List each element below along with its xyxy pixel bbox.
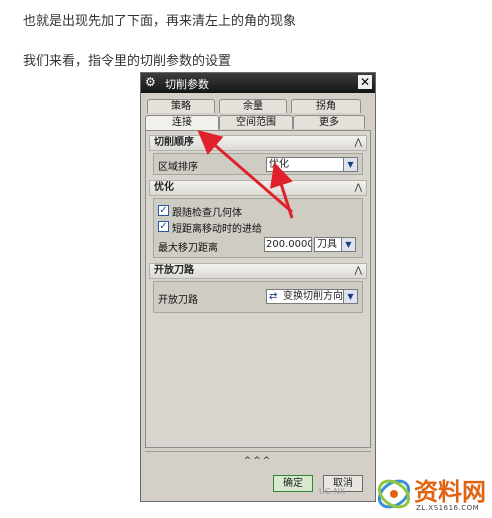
logo-mark-icon <box>377 479 411 509</box>
site-logo: 资料网 ZL.XS1616.COM <box>372 470 490 516</box>
logo-site-text: ZL.XS1616.COM <box>416 504 480 512</box>
annotation-arrow-optimize <box>270 162 294 219</box>
logo-brand-text: 资料网 <box>414 478 486 506</box>
annotation-arrows <box>197 130 294 219</box>
tab-connect[interactable]: 连接 <box>145 115 219 130</box>
